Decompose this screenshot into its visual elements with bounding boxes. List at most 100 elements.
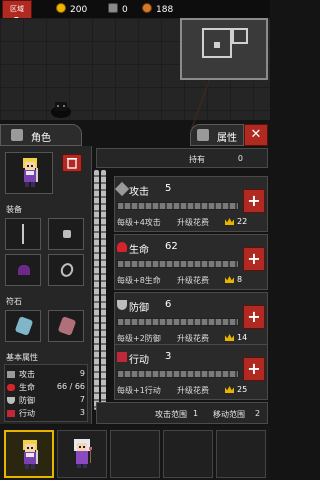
offhand-slot[interactable]	[48, 218, 84, 250]
attribute-detail: 每级+1行动	[117, 386, 161, 395]
party-slot-1[interactable]	[4, 430, 54, 478]
feather-icon	[197, 129, 209, 141]
upgrade-cost: 22	[237, 217, 248, 226]
stat-hp-label: 生命	[19, 383, 35, 392]
attribute-level: 5	[165, 183, 172, 194]
hero-sprite-icon	[23, 158, 38, 187]
gem-counter: 0	[108, 3, 128, 15]
upgrade-cost: 14	[237, 333, 248, 342]
crown-icon	[225, 276, 234, 283]
dice-icon	[63, 230, 71, 238]
party-roster	[0, 426, 270, 480]
party-slot-2[interactable]	[57, 430, 107, 478]
stat-hp: 生命 66 / 66	[7, 382, 89, 393]
attribute-detail: 每级+4攻击	[117, 218, 161, 227]
trash-icon	[67, 158, 77, 169]
attribute-detail: 每级+2防御	[117, 334, 161, 343]
tab-attributes-label: 属性	[217, 133, 237, 144]
move-range-value: 2	[255, 409, 261, 418]
basic-attributes-label: 基本属性	[6, 353, 38, 362]
trash-button[interactable]	[62, 154, 82, 172]
shield-icon	[7, 397, 15, 404]
attack-range-label: 攻击范围	[155, 410, 187, 419]
upgrade-cost-label: 升级花费	[177, 218, 209, 227]
rune-crystal-icon	[14, 316, 34, 336]
top-hud: 区域 1 200 0 188	[0, 0, 270, 40]
crown-icon	[225, 386, 234, 393]
tab-character-label: 角色	[31, 133, 51, 144]
dungeon-view	[0, 18, 280, 128]
attribute-card-defense: 防御 6 每级+2防御 升级花费 14 +	[114, 292, 268, 348]
meat-icon	[142, 3, 152, 13]
sword-icon	[114, 181, 130, 197]
character-panel: 装备 符石 基本属性 攻击 9 生命 66 / 66 防御 7 行动 3	[0, 146, 92, 424]
tab-character[interactable]: 角色	[0, 124, 82, 146]
tab-attributes[interactable]: 属性	[190, 124, 244, 146]
stat-defense: 防御 7	[7, 395, 89, 406]
attribute-card-hp: 生命 62 每级+8生命 升级花费 8 +	[114, 234, 268, 290]
attribute-progress-track	[117, 260, 239, 268]
food-counter: 188	[142, 3, 173, 15]
character-portrait[interactable]	[5, 152, 53, 194]
shield-icon	[117, 300, 127, 310]
hero-sprite-icon	[23, 440, 38, 469]
attribute-name: 生命	[129, 245, 149, 256]
crown-icon	[225, 218, 234, 225]
attribute-progress-track	[117, 370, 239, 378]
stat-attack: 攻击 9	[7, 369, 89, 380]
party-slot-4[interactable]	[163, 430, 213, 478]
helmet-icon	[18, 265, 30, 275]
upgrade-hp-button[interactable]: +	[243, 247, 265, 271]
heart-icon	[117, 242, 127, 252]
stat-hp-value: 66 / 66	[56, 382, 85, 391]
basic-attributes-box: 攻击 9 生命 66 / 66 防御 7 行动 3	[4, 364, 88, 422]
sword-icon	[22, 224, 24, 244]
crown-icon	[225, 334, 234, 341]
attribute-progress-track	[117, 318, 239, 326]
move-range-label: 移动范围	[213, 410, 245, 419]
owned-points-bar: 持有 0	[96, 148, 268, 168]
heart-icon	[7, 384, 15, 391]
attribute-name: 行动	[129, 355, 149, 366]
stat-action-value: 3	[79, 408, 85, 417]
attribute-card-action: 行动 3 每级+1行动 升级花费 25 +	[114, 344, 268, 400]
stat-action: 行动 3	[7, 408, 89, 419]
party-slot-5[interactable]	[216, 430, 266, 478]
wall-crack	[190, 78, 280, 128]
owned-label: 持有	[189, 155, 205, 164]
attributes-panel: 持有 0 攻击 5 每级+4攻击 升级花费 22 + 生命 62 每级+8生命 …	[96, 148, 270, 424]
close-button[interactable]: ✕	[244, 124, 268, 146]
attribute-card-attack: 攻击 5 每级+4攻击 升级花费 22 +	[114, 176, 268, 232]
attribute-detail: 每级+8生命	[117, 276, 161, 285]
monster-shadow-icon	[51, 102, 71, 118]
runestone-slot-2[interactable]	[48, 310, 84, 342]
attribute-level: 6	[165, 299, 172, 310]
gold-value: 200	[70, 5, 88, 15]
party-slot-3[interactable]	[110, 430, 160, 478]
player-marker-icon	[214, 42, 220, 48]
upgrade-defense-button[interactable]: +	[243, 305, 265, 329]
attribute-name: 防御	[129, 303, 149, 314]
upgrade-cost-label: 升级花费	[177, 386, 209, 395]
weapon-slot[interactable]	[5, 218, 41, 250]
attribute-progress-track	[117, 202, 239, 210]
upgrade-attack-button[interactable]: +	[243, 189, 265, 213]
attribute-level: 3	[165, 351, 172, 362]
minimap[interactable]	[180, 18, 268, 80]
ring-slot[interactable]	[48, 254, 84, 286]
runestone-slot-1[interactable]	[5, 310, 41, 342]
mage-sprite-icon	[74, 439, 92, 468]
helmet-slot[interactable]	[5, 254, 41, 286]
ring-icon	[58, 261, 76, 279]
equipment-label: 装备	[6, 205, 22, 214]
stat-defense-label: 防御	[19, 396, 35, 405]
rune-stone-icon	[57, 316, 77, 336]
stat-defense-value: 7	[79, 395, 85, 404]
attack-range-value: 1	[193, 409, 199, 418]
sword-icon	[7, 371, 15, 378]
owned-value: 0	[237, 154, 243, 163]
attribute-level: 62	[165, 241, 178, 252]
gear-icon	[11, 129, 23, 141]
upgrade-cost: 8	[237, 275, 243, 284]
upgrade-action-button[interactable]: +	[243, 357, 265, 381]
